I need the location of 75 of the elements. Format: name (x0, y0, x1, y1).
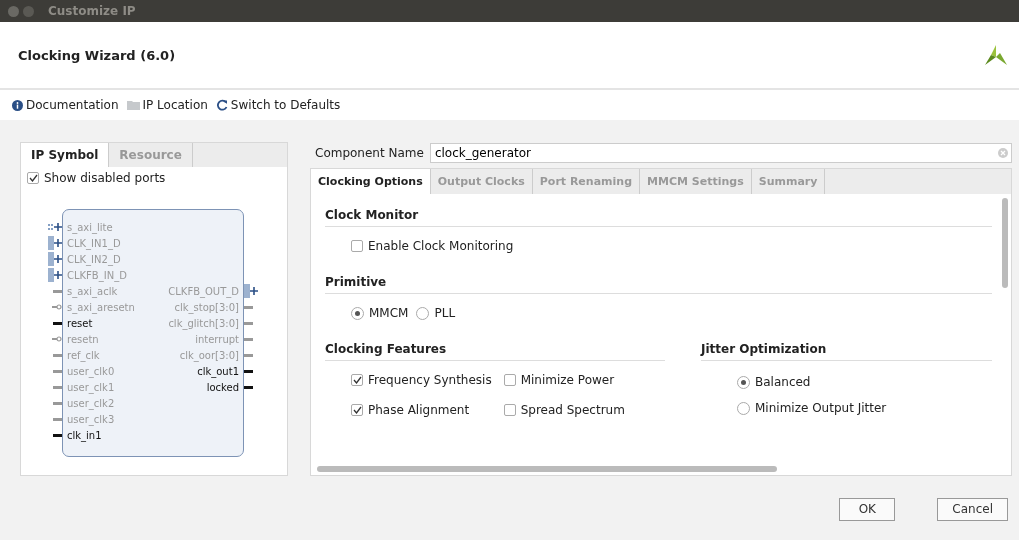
port-label: clk_in1 (67, 429, 102, 441)
dialog-button[interactable]: Cancel (937, 497, 1008, 521)
wizard-title: Clocking Wizard (6.0) (18, 47, 176, 63)
close-button[interactable] (8, 5, 19, 17)
checkbox[interactable] (503, 374, 516, 386)
section-title: Jitter Optimization (701, 334, 992, 361)
radio-button[interactable] (737, 375, 750, 389)
clear-icon[interactable] (998, 148, 1008, 158)
minimize-button[interactable] (23, 5, 34, 17)
bus-pin-icon (48, 268, 62, 282)
toolbar-button[interactable]: IP Location (126, 98, 208, 112)
settings-tab[interactable]: Clocking Options (311, 169, 431, 194)
section-title: Primitive (325, 267, 992, 294)
radio-label: Balanced (755, 375, 811, 389)
port-label: resetn (67, 333, 99, 345)
port-label: clk_oor[3:0] (179, 349, 239, 361)
checkmark-icon (352, 406, 362, 414)
checkbox-label: Spread Spectrum (520, 403, 625, 417)
refresh-icon (215, 99, 228, 111)
field-label: Component Name (315, 146, 424, 160)
radio-button[interactable] (416, 306, 430, 320)
bus-pin-icon (48, 236, 62, 250)
toolbar-button[interactable]: Switch to Defaults (215, 98, 341, 112)
port-label: user_clk2 (67, 397, 115, 409)
radio-label: PLL (434, 306, 456, 320)
port-label: clk_glitch[3:0] (168, 317, 239, 329)
section-title: Clock Monitor (325, 200, 992, 227)
checkmark-icon (28, 174, 38, 182)
port-label: clk_out1 (197, 365, 239, 377)
radio-dot-icon (355, 310, 360, 316)
port-label: CLKFB_OUT_D (168, 285, 239, 297)
checkbox[interactable] (27, 172, 39, 184)
radio-button[interactable] (351, 306, 364, 320)
checkbox-label: Phase Alignment (368, 403, 470, 417)
checkbox[interactable] (503, 404, 516, 416)
port-label: CLK_IN2_D (67, 253, 121, 265)
port-label: CLK_IN1_D (67, 237, 121, 249)
radio-dot-icon (741, 379, 746, 385)
port-label: interrupt (195, 333, 239, 345)
port-label: s_axi_aclk (67, 285, 118, 297)
port-label: CLKFB_IN_D (67, 269, 127, 281)
panel-tab[interactable]: IP Symbol (21, 143, 110, 167)
radio-button[interactable] (737, 401, 750, 415)
checkbox[interactable] (351, 404, 363, 416)
inverted-pin-icon (52, 336, 62, 342)
inverted-pin-icon (52, 304, 62, 310)
toolbar-button[interactable]: Documentation (12, 98, 119, 112)
interface-pin-icon (48, 222, 62, 232)
section-title: Clocking Features (325, 334, 665, 361)
radio-label: Minimize Output Jitter (755, 401, 887, 415)
checkbox[interactable] (351, 240, 363, 252)
port-label: locked (206, 381, 239, 393)
port-label: user_clk3 (67, 413, 115, 425)
checkbox-label: Minimize Power (520, 373, 615, 387)
checkmark-icon (352, 376, 362, 384)
info-icon (12, 99, 23, 111)
checkbox-label: Show disabled ports (44, 171, 166, 185)
port-label: user_clk1 (67, 381, 115, 393)
bus-pin-icon (244, 284, 258, 298)
port-label: s_axi_lite (67, 221, 113, 233)
port-label: ref_clk (67, 349, 100, 361)
radio-label: MMCM (369, 306, 409, 320)
port-label: reset (67, 317, 93, 329)
checkbox[interactable] (351, 374, 363, 386)
logo-icon (985, 45, 1007, 65)
port-label: s_axi_aresetn (67, 301, 135, 313)
folder-icon (126, 100, 140, 110)
checkbox-label: Enable Clock Monitoring (368, 239, 514, 253)
bus-pin-icon (48, 252, 62, 266)
component-name-field[interactable]: clock_generator (429, 143, 1012, 163)
dialog-button[interactable]: OK (839, 497, 896, 521)
checkbox-label: Frequency Synthesis (368, 373, 492, 387)
window-title: Customize IP (48, 4, 136, 18)
port-label: user_clk0 (67, 365, 115, 377)
port-label: clk_stop[3:0] (174, 301, 239, 313)
